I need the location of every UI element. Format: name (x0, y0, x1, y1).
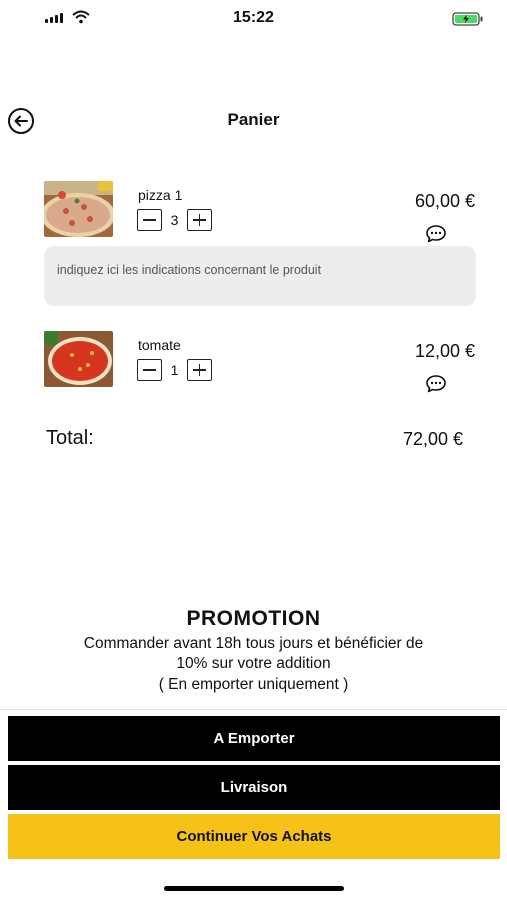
item-price: 60,00 € (414, 191, 475, 211)
total-label: Total: (46, 427, 94, 449)
increase-quantity-button[interactable] (187, 209, 212, 231)
product-note-box (44, 246, 476, 306)
status-bar: 15:22 (0, 0, 507, 40)
header: Panier (0, 100, 507, 140)
quantity-stepper: 3 (137, 209, 212, 231)
comment-icon[interactable] (425, 224, 447, 244)
delivery-button[interactable]: Livraison (8, 765, 500, 810)
product-note-input[interactable] (55, 262, 469, 278)
home-indicator (164, 886, 344, 891)
cart-item: pizza 1 3 60,00 € (0, 181, 507, 251)
status-time: 15:22 (233, 9, 274, 26)
promotion-title: PROMOTION (186, 607, 321, 630)
continue-shopping-button[interactable]: Continuer Vos Achats (8, 814, 500, 859)
decrease-quantity-button[interactable] (137, 359, 162, 381)
item-name: tomate (138, 337, 181, 353)
promotion-text: Commander avant 18h tous jours et bénéfi… (83, 635, 424, 652)
increase-quantity-button[interactable] (187, 359, 212, 381)
promotion-note: ( En emporter uniquement ) (158, 676, 349, 693)
pizza-image (44, 181, 113, 237)
page-title: Panier (227, 110, 280, 129)
total-value: 72,00 € (402, 429, 463, 449)
pizza-image (44, 331, 113, 387)
promotion-text: 10% sur votre addition (176, 655, 331, 672)
battery-charging-icon (452, 12, 483, 26)
quantity-value: 1 (170, 362, 179, 378)
item-name: pizza 1 (138, 187, 183, 203)
quantity-stepper: 1 (137, 359, 212, 381)
comment-icon[interactable] (425, 374, 447, 394)
takeaway-button[interactable]: A Emporter (8, 716, 500, 761)
decrease-quantity-button[interactable] (137, 209, 162, 231)
quantity-value: 3 (170, 212, 179, 228)
cart-item: tomate 1 12,00 € (0, 331, 507, 401)
divider (0, 709, 507, 710)
item-price: 12,00 € (414, 341, 475, 361)
